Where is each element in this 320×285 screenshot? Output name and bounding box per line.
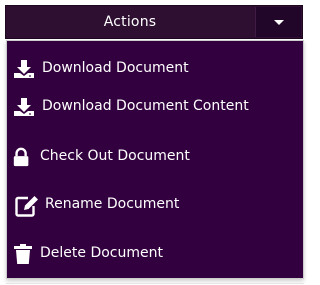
menu-item-download-document[interactable]: Download Document: [7, 51, 303, 85]
divider: [6, 283, 304, 284]
menu-item-delete-document[interactable]: Delete Document: [7, 236, 303, 270]
menu-item-label: Download Document Content: [42, 98, 249, 114]
menu-item-rename-document[interactable]: Rename Document: [7, 187, 303, 221]
actions-dropdown: Actions Download Document Download Docum…: [0, 0, 312, 285]
menu-item-label: Download Document: [42, 60, 189, 76]
trash-icon: [14, 244, 32, 264]
caret-down-icon: [274, 20, 284, 25]
download-icon: [14, 60, 34, 78]
menu-item-label: Rename Document: [45, 196, 180, 212]
download-icon: [14, 98, 34, 116]
menu-item-download-document-content[interactable]: Download Document Content: [7, 89, 303, 123]
actions-dropdown-toggle[interactable]: [255, 7, 301, 37]
actions-split-button: Actions: [5, 5, 303, 39]
edit-icon: [15, 196, 38, 217]
actions-button[interactable]: Actions: [6, 6, 254, 38]
menu-item-label: Check Out Document: [40, 148, 190, 164]
actions-menu: Download Document Download Document Cont…: [6, 40, 304, 279]
menu-item-check-out-document[interactable]: Check Out Document: [7, 139, 303, 173]
menu-item-label: Delete Document: [40, 245, 163, 261]
lock-icon: [13, 147, 29, 167]
